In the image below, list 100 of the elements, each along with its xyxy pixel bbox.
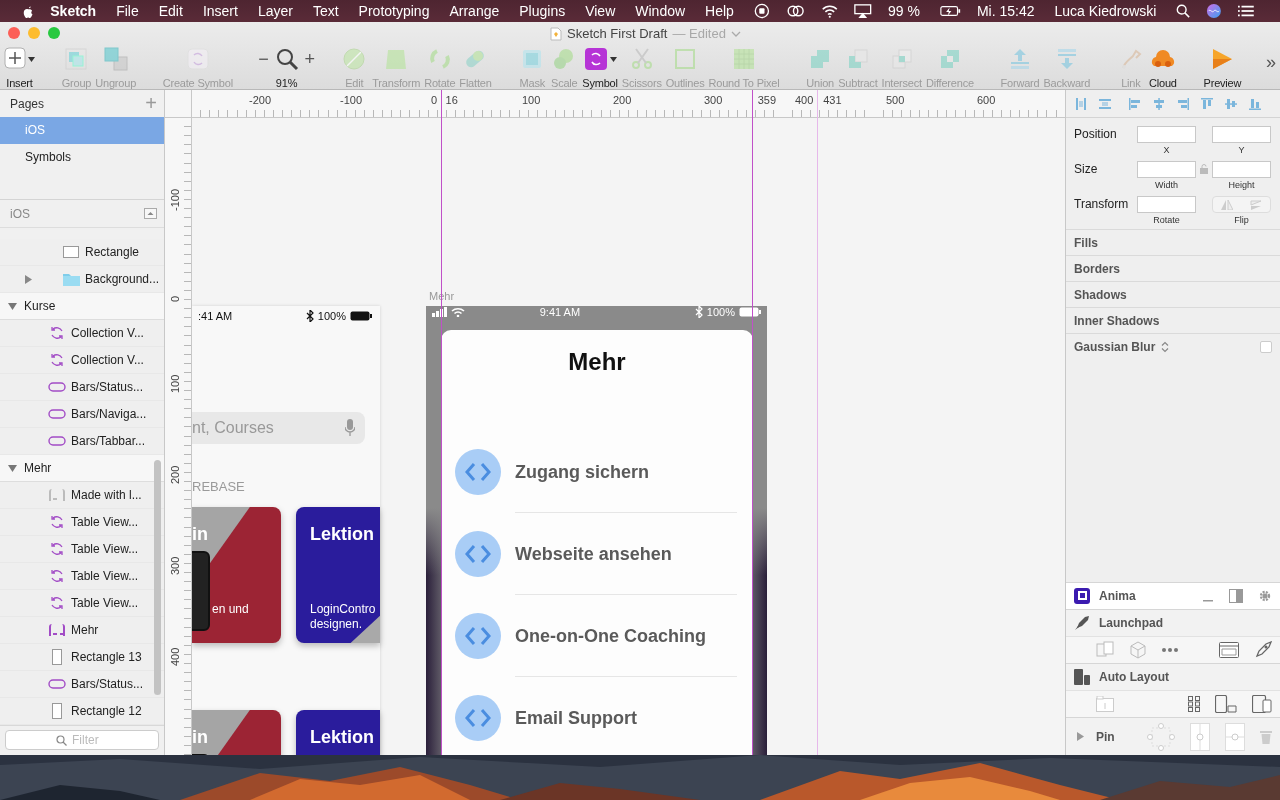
search-icon[interactable] bbox=[1176, 3, 1191, 19]
menu-row-label[interactable]: One-on-One Coaching bbox=[515, 625, 706, 647]
section-heading[interactable]: Borders bbox=[1074, 261, 1120, 276]
browser-window-icon[interactable] bbox=[1219, 642, 1239, 658]
triangle-right-icon[interactable] bbox=[24, 274, 33, 284]
cube-icon[interactable] bbox=[1129, 641, 1147, 659]
layers-icon[interactable] bbox=[1096, 641, 1114, 659]
section-heading[interactable]: Shadows bbox=[1074, 287, 1127, 302]
pin-horizontal-icon[interactable] bbox=[1225, 722, 1245, 751]
scrollbar[interactable] bbox=[154, 460, 161, 695]
record-icon[interactable] bbox=[753, 2, 770, 20]
flip-control[interactable] bbox=[1212, 196, 1271, 213]
ruler-label: 600 bbox=[977, 94, 996, 106]
menu-item[interactable]: Insert bbox=[202, 3, 238, 19]
pin-layout-icon[interactable] bbox=[1147, 722, 1175, 751]
filter-field[interactable]: Filter bbox=[5, 730, 159, 750]
guide-line[interactable] bbox=[817, 90, 818, 755]
tree-row-label: Background... bbox=[85, 272, 160, 286]
menu-item[interactable]: Prototyping bbox=[358, 3, 430, 19]
menu-item[interactable]: Layer bbox=[257, 3, 293, 19]
align-icon[interactable] bbox=[1200, 96, 1214, 111]
battery-percent: 100% bbox=[317, 310, 346, 322]
align-icon[interactable] bbox=[1074, 96, 1088, 111]
menu-item[interactable]: View bbox=[585, 3, 616, 19]
triangle-right-icon[interactable] bbox=[1076, 732, 1085, 741]
pin-vertical-icon[interactable] bbox=[1190, 722, 1210, 751]
number-field[interactable] bbox=[1137, 126, 1196, 143]
align-icon[interactable] bbox=[1248, 96, 1262, 111]
menu-row-label[interactable]: Webseite ansehen bbox=[515, 543, 672, 565]
zoom-out-button[interactable]: − bbox=[258, 48, 269, 70]
align-icon[interactable] bbox=[1176, 96, 1190, 111]
number-field[interactable] bbox=[1137, 196, 1196, 213]
devices-icon[interactable] bbox=[1252, 695, 1272, 713]
align-icon[interactable] bbox=[1128, 96, 1142, 111]
menu-item[interactable]: Help bbox=[705, 3, 734, 19]
wifi-icon[interactable] bbox=[820, 3, 839, 19]
toolbar-button[interactable]: Preview bbox=[1201, 46, 1244, 89]
toolbar-button[interactable]: Symbol bbox=[580, 46, 620, 89]
list-icon[interactable] bbox=[1238, 4, 1254, 18]
lock-icon[interactable] bbox=[1200, 164, 1208, 174]
trash-icon[interactable] bbox=[1260, 729, 1272, 744]
number-field[interactable] bbox=[1212, 126, 1271, 143]
menu-item[interactable]: Text bbox=[312, 3, 339, 19]
section-heading[interactable]: Fills bbox=[1074, 235, 1098, 250]
app-menu[interactable]: Sketch bbox=[50, 3, 97, 19]
tree-row[interactable]: Mehr bbox=[0, 455, 164, 482]
airplay-icon[interactable] bbox=[854, 3, 872, 19]
align-icon[interactable] bbox=[1098, 96, 1112, 111]
frame-icon[interactable] bbox=[1096, 696, 1114, 712]
triangle-down-icon[interactable] bbox=[8, 463, 17, 473]
zoom-in-button[interactable]: + bbox=[304, 48, 315, 70]
toolbar-button[interactable]: Insert bbox=[2, 46, 37, 89]
guide-line[interactable] bbox=[441, 90, 442, 755]
grid-icon[interactable] bbox=[1188, 696, 1200, 712]
search-icon[interactable] bbox=[274, 47, 299, 71]
battery-icon[interactable] bbox=[939, 4, 961, 18]
zoom-button[interactable] bbox=[48, 27, 60, 39]
close-button[interactable] bbox=[8, 27, 20, 39]
chevron-down-icon[interactable] bbox=[730, 29, 741, 38]
menu-row-label[interactable]: Zugang sichern bbox=[515, 461, 649, 483]
guide-line[interactable] bbox=[752, 90, 753, 755]
overflow-button[interactable]: » bbox=[1265, 52, 1276, 73]
menu-item[interactable]: Window bbox=[635, 3, 686, 19]
page-item[interactable]: Symbols bbox=[0, 144, 164, 171]
menu-item[interactable]: Edit bbox=[158, 3, 183, 19]
toolbar-button[interactable]: Cloud bbox=[1146, 46, 1179, 89]
window-title: Sketch First Draft bbox=[567, 26, 668, 41]
number-field[interactable] bbox=[1137, 161, 1196, 178]
align-icon[interactable] bbox=[1152, 96, 1166, 111]
user-name[interactable]: Luca Kiedrowski bbox=[1054, 3, 1157, 19]
tree-row-label: Mehr bbox=[24, 461, 52, 475]
orb-icon[interactable] bbox=[1206, 2, 1223, 20]
course-card[interactable]: in en und bbox=[192, 507, 281, 643]
collapse-icon[interactable] bbox=[144, 208, 157, 219]
menu-item[interactable]: Arrange bbox=[449, 3, 500, 19]
menu-item[interactable]: Plugins bbox=[519, 3, 566, 19]
section-heading[interactable]: Gaussian Blur bbox=[1074, 339, 1156, 354]
clock[interactable]: Mi. 15:42 bbox=[976, 3, 1035, 19]
number-field[interactable] bbox=[1212, 161, 1271, 178]
more-icon[interactable] bbox=[1162, 648, 1178, 652]
plugin-title[interactable]: Anima bbox=[1099, 589, 1136, 603]
section-heading[interactable]: Inner Shadows bbox=[1074, 313, 1160, 328]
up-down-icon[interactable] bbox=[1161, 340, 1170, 353]
checkbox[interactable] bbox=[1260, 340, 1272, 353]
plugin-title[interactable]: Pin bbox=[1096, 729, 1115, 744]
menu-row-label[interactable]: Email Support bbox=[515, 707, 637, 729]
menu-item[interactable]: File bbox=[116, 3, 139, 19]
align-icon[interactable] bbox=[1224, 96, 1238, 111]
course-card[interactable]: Lektion LoginContro designen. bbox=[296, 507, 380, 643]
tree-row[interactable]: Kurse bbox=[0, 293, 164, 320]
devices-icon[interactable] bbox=[1215, 695, 1237, 713]
rings-icon[interactable] bbox=[785, 3, 805, 19]
triangle-down-icon[interactable] bbox=[8, 301, 17, 311]
panel-icon[interactable] bbox=[1229, 589, 1243, 603]
minimize-button[interactable] bbox=[28, 27, 40, 39]
tree-row-label: Mehr bbox=[71, 623, 99, 637]
settings-icon[interactable] bbox=[1258, 589, 1272, 603]
plugin-title[interactable]: Auto Layout bbox=[1099, 670, 1169, 684]
plugin-title[interactable]: Launchpad bbox=[1099, 616, 1163, 630]
ruler-label: 200 bbox=[613, 94, 632, 106]
